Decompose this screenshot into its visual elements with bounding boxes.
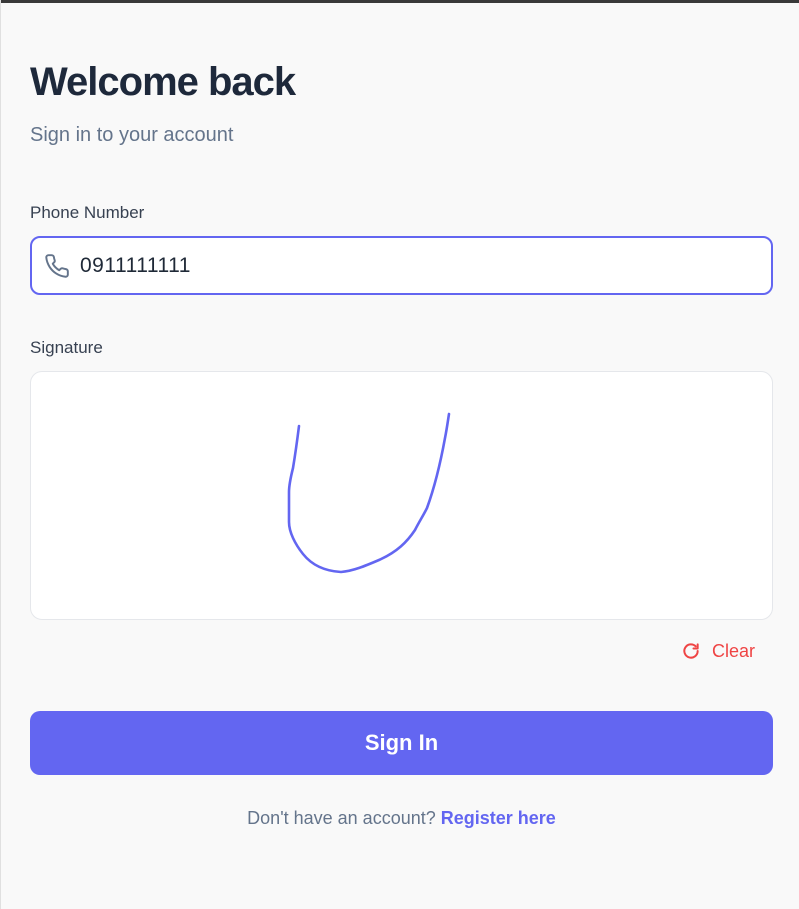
phone-icon: [44, 253, 70, 279]
signature-stroke: [287, 412, 451, 574]
clear-signature-button[interactable]: Clear: [681, 638, 755, 664]
signature-pad[interactable]: [30, 371, 773, 620]
refresh-icon: [681, 641, 701, 661]
phone-label: Phone Number: [30, 203, 145, 222]
signature-label: Signature: [30, 338, 103, 357]
sign-in-button[interactable]: Sign In: [30, 711, 773, 775]
phone-input[interactable]: [80, 238, 760, 293]
page-title: Welcome back: [30, 60, 296, 104]
register-link[interactable]: Register here: [441, 808, 556, 828]
register-prompt-text: Don't have an account?: [247, 808, 436, 828]
page-subtitle: Sign in to your account: [30, 124, 234, 146]
register-prompt: Don't have an account? Register here: [30, 806, 773, 830]
phone-field[interactable]: [30, 236, 773, 295]
clear-label: Clear: [712, 640, 756, 661]
window-left-border: [0, 0, 1, 909]
window-top-border: [0, 0, 799, 3]
